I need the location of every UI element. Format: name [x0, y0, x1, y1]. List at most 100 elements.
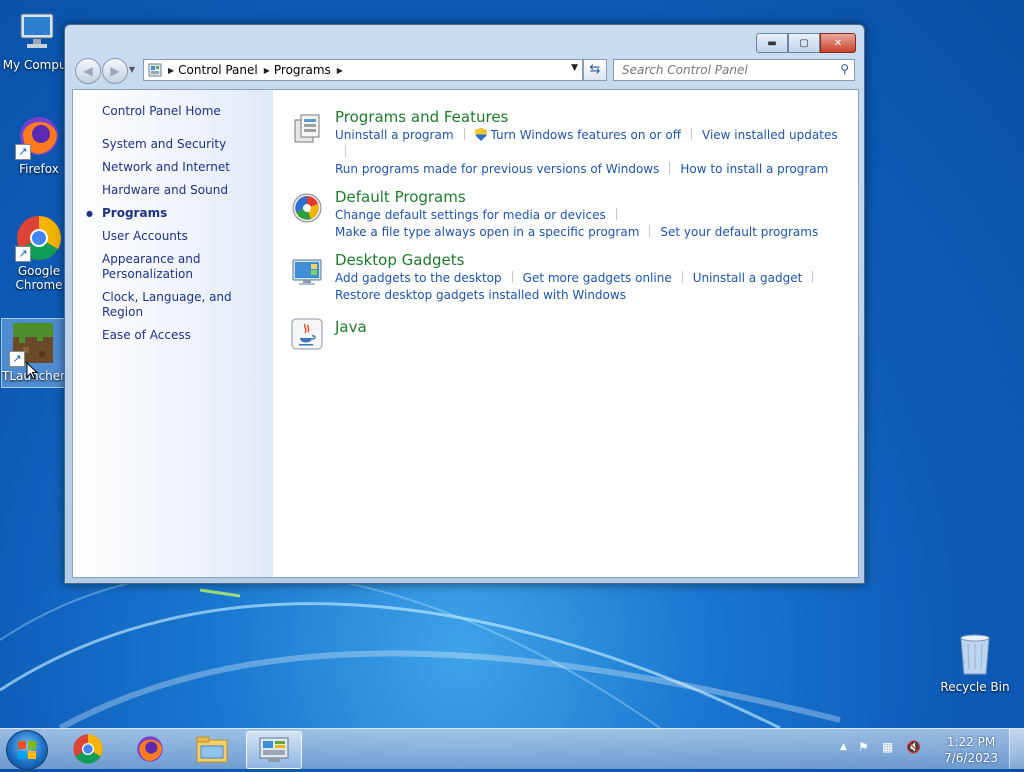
breadcrumb-separator-icon[interactable]: ▶ — [337, 66, 343, 75]
link-add-gadgets[interactable]: Add gadgets to the desktop — [335, 271, 502, 285]
forward-button[interactable]: ▶ — [102, 58, 128, 84]
search-icon[interactable]: ⚲ — [840, 62, 849, 76]
category-default-programs: Default Programs Change default settings… — [291, 188, 851, 241]
network-icon[interactable]: ▦ — [882, 740, 893, 754]
taskbar-control-panel[interactable] — [246, 731, 302, 769]
recent-pages-dropdown[interactable]: ▼ — [129, 65, 135, 74]
link-separator — [511, 271, 513, 283]
link-uninstall-gadget[interactable]: Uninstall a gadget — [693, 271, 803, 285]
minimize-icon: ▬ — [767, 37, 777, 49]
back-button[interactable]: ◀ — [75, 58, 101, 84]
desktop-icon-label: My Comput — [2, 58, 72, 72]
category-links: Change default settings for media or dev… — [335, 207, 851, 241]
shortcut-arrow-icon: ↗ — [9, 351, 25, 367]
start-button[interactable] — [6, 730, 48, 770]
nav-programs-current: Programs — [86, 206, 267, 221]
default-programs-icon — [291, 192, 323, 224]
nav-user-accounts[interactable]: User Accounts — [102, 229, 267, 244]
nav-network-internet[interactable]: Network and Internet — [102, 160, 267, 175]
uac-shield-icon — [474, 128, 487, 141]
desktop-icon-recycle-bin[interactable]: Recycle Bin — [940, 630, 1010, 694]
shortcut-arrow-icon: ↗ — [15, 246, 31, 262]
nav-ease-of-access[interactable]: Ease of Access — [102, 328, 267, 343]
taskbar-file-explorer[interactable] — [185, 731, 239, 767]
breadcrumb-programs[interactable]: Programs — [274, 63, 331, 77]
minimize-button[interactable]: ▬ — [756, 33, 788, 53]
refresh-icon: ⇆ — [589, 62, 601, 77]
show-hidden-icons-button[interactable]: ▲ — [840, 742, 847, 752]
link-separator — [615, 208, 617, 220]
refresh-button[interactable]: ⇆ — [583, 59, 607, 81]
mouse-cursor-icon — [26, 362, 38, 380]
minecraft-grass-block-icon: ↗ — [9, 319, 57, 367]
back-arrow-icon: ◀ — [83, 64, 93, 78]
close-button[interactable]: ✕ — [820, 33, 856, 53]
computer-icon — [13, 8, 61, 56]
programs-features-icon — [291, 112, 323, 144]
nav-system-security[interactable]: System and Security — [102, 137, 267, 152]
shortcut-arrow-icon: ↗ — [15, 144, 31, 160]
link-restore-gadgets[interactable]: Restore desktop gadgets installed with W… — [335, 288, 626, 302]
search-box: ⚲ — [613, 59, 855, 81]
address-bar[interactable]: ▶ Control Panel ▶ Programs ▶ ▼ — [143, 59, 583, 81]
clock-time: 1:22 PM — [946, 735, 996, 749]
link-set-default-programs[interactable]: Set your default programs — [660, 225, 818, 239]
navigation-bar: ◀ ▶ ▼ ▶ Control Panel ▶ Programs ▶ ▼ ⇆ ⚲ — [73, 58, 856, 84]
chrome-icon — [73, 734, 103, 764]
link-separator — [681, 271, 683, 283]
java-icon — [291, 318, 323, 350]
show-desktop-button[interactable] — [1009, 729, 1024, 769]
volume-muted-icon[interactable]: 🔇 — [906, 740, 921, 754]
link-change-default-media[interactable]: Change default settings for media or dev… — [335, 208, 606, 222]
clock-date: 7/6/2023 — [944, 751, 998, 765]
close-icon: ✕ — [833, 37, 843, 49]
desktop-gadgets-icon — [291, 255, 323, 287]
link-how-to-install[interactable]: How to install a program — [680, 162, 828, 176]
link-more-gadgets-online[interactable]: Get more gadgets online — [523, 271, 672, 285]
category-title[interactable]: Java — [335, 314, 851, 337]
link-run-older-programs[interactable]: Run programs made for previous versions … — [335, 162, 659, 176]
action-center-flag-icon[interactable]: ⚑ — [858, 740, 869, 754]
maximize-button[interactable]: ▢ — [788, 33, 820, 53]
category-programs-features: Programs and Features Uninstall a progra… — [291, 108, 851, 178]
system-tray: ▲ ⚑ ▦ 🔇 1:22 PM 7/6/2023 — [834, 729, 1024, 769]
programs-categories: Programs and Features Uninstall a progra… — [291, 108, 851, 350]
link-uninstall-program[interactable]: Uninstall a program — [335, 128, 454, 142]
link-separator — [649, 225, 651, 237]
desktop-icon-label: Recycle Bin — [940, 680, 1010, 694]
nav-appearance-personalization[interactable]: Appearance and Personalization — [102, 252, 267, 282]
nav-clock-language-region[interactable]: Clock, Language, and Region — [102, 290, 267, 320]
taskbar-firefox[interactable] — [123, 731, 177, 767]
breadcrumb-separator-icon[interactable]: ▶ — [264, 66, 270, 75]
maximize-icon: ▢ — [799, 37, 809, 49]
windows-logo-icon — [18, 741, 36, 759]
category-title[interactable]: Default Programs — [335, 188, 851, 207]
left-navigation-pane: Control Panel Home System and Security N… — [73, 90, 273, 577]
link-separator — [669, 162, 671, 174]
control-panel-icon — [259, 737, 289, 762]
link-view-installed-updates[interactable]: View installed updates — [702, 128, 838, 142]
forward-arrow-icon: ▶ — [110, 64, 120, 78]
firefox-icon — [137, 736, 163, 762]
category-java: Java — [291, 314, 851, 350]
taskbar-chrome[interactable] — [61, 731, 115, 767]
breadcrumb-control-panel[interactable]: Control Panel — [178, 63, 258, 77]
control-panel-icon — [148, 63, 162, 77]
control-panel-home-link[interactable]: Control Panel Home — [102, 104, 221, 118]
control-panel-window: ▬ ▢ ✕ ◀ ▶ ▼ ▶ Control Panel ▶ Programs ▶… — [64, 24, 865, 584]
link-separator — [463, 128, 465, 140]
breadcrumb-separator-icon: ▶ — [168, 65, 175, 75]
link-file-type-association[interactable]: Make a file type always open in a specif… — [335, 225, 639, 239]
caption-buttons: ▬ ▢ ✕ — [756, 33, 856, 53]
category-links: Add gadgets to the desktop Get more gadge… — [335, 270, 851, 304]
category-title[interactable]: Desktop Gadgets — [335, 251, 851, 270]
clock[interactable]: 1:22 PM 7/6/2023 — [944, 734, 998, 766]
desktop-icon-my-computer[interactable]: My Comput — [2, 8, 72, 72]
category-title[interactable]: Programs and Features — [335, 108, 851, 127]
link-windows-features[interactable]: Turn Windows features on or off — [491, 128, 682, 142]
address-dropdown-icon[interactable]: ▼ — [571, 63, 578, 73]
category-desktop-gadgets: Desktop Gadgets Add gadgets to the deskt… — [291, 251, 851, 304]
search-input[interactable] — [620, 60, 834, 80]
link-separator — [345, 145, 346, 157]
nav-hardware-sound[interactable]: Hardware and Sound — [102, 183, 267, 198]
